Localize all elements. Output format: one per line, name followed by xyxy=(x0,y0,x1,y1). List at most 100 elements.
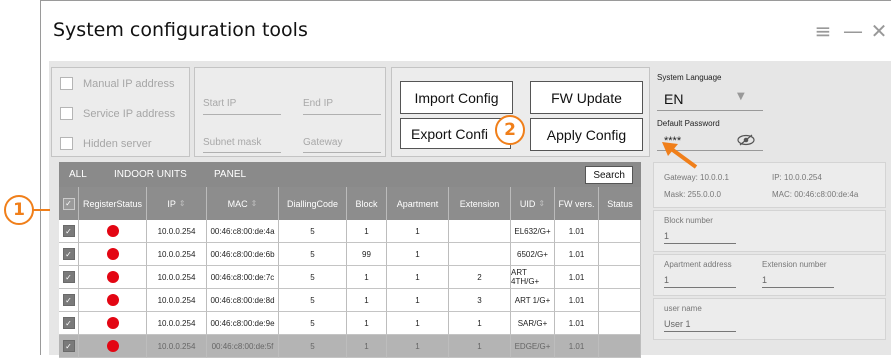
fw-version-cell: 1.01 xyxy=(555,243,599,266)
header-ip-label: IP xyxy=(167,198,176,209)
apartment-cell: 1 xyxy=(387,289,449,312)
fw-update-button[interactable]: FW Update xyxy=(530,81,643,114)
header-register-status[interactable]: RegisterStatus xyxy=(79,187,147,220)
minimize-icon[interactable]: — xyxy=(841,19,865,43)
table-row[interactable]: ✓ 10.0.0.254 00:46:c8:00:de:7c 5 1 1 2 ART 4TH/… xyxy=(59,266,641,289)
close-icon[interactable]: ✕ xyxy=(867,19,891,43)
import-config-button[interactable]: Import Config xyxy=(400,81,513,114)
header-dialling-code[interactable]: DiallingCode xyxy=(279,187,347,220)
status-cell xyxy=(599,312,641,335)
extension-number-label: Extension number xyxy=(762,260,827,269)
system-language-select[interactable]: EN ▼ xyxy=(657,87,757,109)
table-row[interactable]: ✓ 10.0.0.254 00:46:c8:00:de:6b 5 99 1 6502/G+ 1… xyxy=(59,243,641,266)
block-number-input[interactable]: 1 xyxy=(664,231,669,241)
menu-icon[interactable]: ≡ xyxy=(811,19,835,43)
system-language-label: System Language xyxy=(657,73,722,82)
ip-options-panel: Manual IP address Service IP address Hid… xyxy=(51,67,190,157)
table-row[interactable]: ✓ 10.0.0.254 00:46:c8:00:de:4a 5 1 1 EL632/G+ 1… xyxy=(59,220,641,243)
manual-ip-checkbox[interactable] xyxy=(60,77,73,90)
register-status-cell xyxy=(79,312,147,335)
table-row[interactable]: ✓ 10.0.0.254 00:46:c8:00:de:9e 5 1 1 1 SAR/G+ 1.… xyxy=(59,312,641,335)
header-dialling-code-label: DiallingCode xyxy=(286,198,339,209)
export-config-button[interactable]: Export Confi xyxy=(400,118,511,149)
service-ip-checkbox[interactable] xyxy=(60,107,73,120)
header-apartment[interactable]: Apartment xyxy=(387,187,449,220)
start-ip-field[interactable]: Start IP xyxy=(203,98,236,109)
end-ip-field[interactable]: End IP xyxy=(303,98,333,109)
row-checkbox[interactable]: ✓ xyxy=(62,294,75,306)
row-checkbox[interactable]: ✓ xyxy=(62,248,75,260)
row-checkbox[interactable]: ✓ xyxy=(62,317,75,329)
header-extension[interactable]: Extension xyxy=(449,187,511,220)
username-panel: user name User 1 xyxy=(653,298,886,340)
mac-cell: 00:46:c8:00:de:9e xyxy=(207,312,279,335)
uid-cell: ART 1/G+ xyxy=(511,289,555,312)
row-checkbox[interactable]: ✓ xyxy=(62,340,75,352)
extension-cell: 2 xyxy=(449,266,511,289)
row-select-cell: ✓ xyxy=(59,243,79,266)
subnet-mask-underline xyxy=(203,152,281,153)
header-extension-label: Extension xyxy=(459,198,500,209)
tab-panel[interactable]: PANEL xyxy=(214,169,246,180)
select-all-checkbox[interactable]: ✓ xyxy=(62,197,75,210)
title-bar: System configuration tools ≡ — ✕ xyxy=(41,1,891,61)
gateway-field[interactable]: Gateway xyxy=(303,137,342,148)
ip-cell: 10.0.0.254 xyxy=(147,220,207,243)
tab-indoor-units[interactable]: INDOOR UNITS xyxy=(114,169,187,180)
hidden-server-checkbox[interactable] xyxy=(60,137,73,150)
register-status-cell xyxy=(79,266,147,289)
ip-cell: 10.0.0.254 xyxy=(147,289,207,312)
mac-info: MAC: 00:46:c8:00:de:4a xyxy=(772,190,859,199)
status-cell xyxy=(599,335,641,358)
device-tabs: ALL INDOOR UNITS PANEL Search xyxy=(59,162,641,187)
table-row[interactable]: ✓ 10.0.0.254 00:46:c8:00:de:5f 5 1 1 1 EDGE/G+ 1… xyxy=(59,335,641,358)
mac-cell: 00:46:c8:00:de:4a xyxy=(207,220,279,243)
chevron-down-icon: ▼ xyxy=(737,91,745,102)
ip-cell: 10.0.0.254 xyxy=(147,266,207,289)
header-mac[interactable]: MAC ⇕ xyxy=(207,187,279,220)
main-content: Manual IP address Service IP address Hid… xyxy=(49,61,891,358)
mac-cell: 00:46:c8:00:de:6b xyxy=(207,243,279,266)
dialling-code-cell: 5 xyxy=(279,220,347,243)
sort-icon: ⇕ xyxy=(250,199,258,208)
ip-info: IP: 10.0.0.254 xyxy=(772,173,822,182)
service-ip-option[interactable]: Service IP address xyxy=(60,107,175,120)
table-row[interactable]: ✓ 10.0.0.254 00:46:c8:00:de:8d 5 1 1 3 ART 1/G+… xyxy=(59,289,641,312)
apartment-cell: 1 xyxy=(387,243,449,266)
header-ip[interactable]: IP ⇕ xyxy=(147,187,207,220)
block-underline xyxy=(664,243,736,244)
header-status[interactable]: Status xyxy=(599,187,641,220)
tab-all[interactable]: ALL xyxy=(69,169,87,180)
header-block[interactable]: Block xyxy=(347,187,387,220)
header-uid[interactable]: UID ⇕ xyxy=(511,187,555,220)
default-password-label: Default Password xyxy=(657,119,720,128)
header-fw-version[interactable]: FW vers. xyxy=(555,187,599,220)
status-dot-icon xyxy=(106,294,119,306)
ip-cell: 10.0.0.254 xyxy=(147,335,207,358)
manual-ip-option[interactable]: Manual IP address xyxy=(60,77,175,90)
username-underline xyxy=(664,331,736,332)
mask-info: Mask: 255.0.0.0 xyxy=(664,190,721,199)
eye-icon[interactable] xyxy=(737,134,755,146)
ip-cell: 10.0.0.254 xyxy=(147,312,207,335)
extension-cell: 3 xyxy=(449,289,511,312)
apartment-cell: 1 xyxy=(387,266,449,289)
apartment-address-input[interactable]: 1 xyxy=(664,275,669,285)
block-cell: 1 xyxy=(347,335,387,358)
block-cell: 1 xyxy=(347,289,387,312)
dialling-code-cell: 5 xyxy=(279,289,347,312)
uid-cell: EL632/G+ xyxy=(511,220,555,243)
username-input[interactable]: User 1 xyxy=(664,319,691,329)
subnet-mask-field[interactable]: Subnet mask xyxy=(203,137,261,148)
apply-config-button[interactable]: Apply Config xyxy=(530,118,643,151)
apartment-cell: 1 xyxy=(387,220,449,243)
block-cell: 1 xyxy=(347,266,387,289)
row-checkbox[interactable]: ✓ xyxy=(62,225,75,237)
status-dot-icon xyxy=(106,271,119,283)
hidden-server-option[interactable]: Hidden server xyxy=(60,137,151,150)
header-register-status-label: RegisterStatus xyxy=(82,198,143,209)
search-button[interactable]: Search xyxy=(585,166,633,184)
extension-number-input[interactable]: 1 xyxy=(762,275,767,285)
register-status-cell xyxy=(79,243,147,266)
row-checkbox[interactable]: ✓ xyxy=(62,271,75,283)
